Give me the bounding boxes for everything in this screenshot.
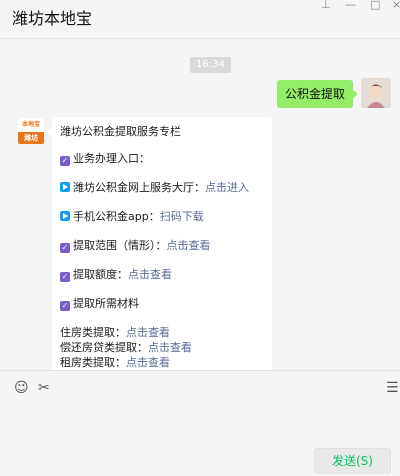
emoji-icon[interactable]: ☺ [14, 380, 29, 396]
list-item: 偿还房贷类提取：点击查看 [60, 341, 192, 354]
view-link[interactable]: 点击查看 [126, 326, 170, 339]
view-link[interactable]: 点击查看 [148, 341, 192, 354]
list-item: ✓ 提取所需材料 [60, 297, 139, 311]
download-link[interactable]: 扫码下载 [160, 210, 204, 223]
list-item: 租房类提取：点击查看 [60, 356, 170, 369]
user-avatar[interactable] [361, 78, 391, 108]
minimize-icon[interactable]: — [345, 0, 356, 10]
maximize-icon[interactable]: □ [370, 0, 380, 10]
message-area[interactable]: 16:34 公积金提取 本地宝 潍坊 潍坊公积金提取服务专栏 ✓ 业务办理入口： … [0, 39, 400, 370]
send-button[interactable]: 发送(S) [314, 448, 391, 474]
incoming-bubble: 潍坊公积金提取服务专栏 ✓ 业务办理入口： 潍坊公积金网上服务大厅：点击进入 手机… [47, 117, 272, 370]
checkbox-icon: ✓ [60, 272, 70, 282]
view-link[interactable]: 点击查看 [167, 239, 211, 252]
view-link[interactable]: 点击查看 [128, 268, 172, 281]
list-item: ✓ 提取范围（情形）：点击查看 [60, 239, 211, 253]
official-account-avatar[interactable]: 本地宝 潍坊 [18, 118, 44, 144]
checkbox-icon: ✓ [60, 243, 70, 253]
enter-link[interactable]: 点击进入 [205, 181, 249, 194]
title-bar: 潍坊本地宝 ⊥ — □ × [0, 0, 400, 39]
input-area[interactable]: ☺ ✂ ☰ 发送(S) [0, 370, 400, 476]
avatar-logo-text: 本地宝 [18, 118, 44, 132]
checkbox-icon: ✓ [60, 301, 70, 311]
chat-history-icon[interactable]: ☰ [386, 380, 399, 396]
play-icon [60, 211, 70, 221]
outgoing-bubble[interactable]: 公积金提取 [276, 80, 359, 108]
checkbox-icon: ✓ [60, 156, 70, 166]
message-heading: 潍坊公积金提取服务专栏 [60, 125, 181, 138]
pin-icon[interactable]: ⊥ [321, 0, 331, 10]
message-timestamp: 16:34 [190, 57, 231, 73]
list-item: ✓ 业务办理入口： [60, 152, 150, 166]
list-item: 潍坊公积金网上服务大厅：点击进入 [60, 181, 249, 195]
avatar-city-text: 潍坊 [24, 134, 38, 142]
view-link[interactable]: 点击查看 [126, 356, 170, 369]
list-item: 手机公积金app：扫码下载 [60, 210, 204, 224]
scissors-icon[interactable]: ✂ [38, 380, 50, 396]
close-icon[interactable]: × [392, 0, 400, 10]
chat-title: 潍坊本地宝 [12, 9, 93, 28]
list-item: 住房类提取：点击查看 [60, 326, 170, 339]
play-icon [60, 182, 70, 192]
list-item: ✓ 提取额度：点击查看 [60, 268, 172, 282]
